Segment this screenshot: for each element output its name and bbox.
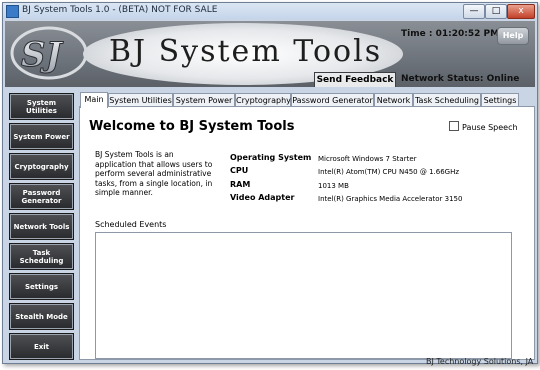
- sidebar-item-cryptography[interactable]: Cryptography: [10, 154, 73, 179]
- minimize-button[interactable]: —: [463, 4, 485, 19]
- help-button[interactable]: Help: [497, 27, 529, 45]
- sidebar-item-settings[interactable]: Settings: [10, 274, 73, 299]
- tab-settings[interactable]: Settings: [481, 93, 519, 107]
- pause-speech-label: Pause Speech: [462, 123, 518, 132]
- video-adapter-value: Intel(R) Graphics Media Accelerator 3150: [318, 195, 463, 203]
- close-button[interactable]: x: [507, 4, 535, 19]
- pause-speech-checkbox[interactable]: Pause Speech: [449, 121, 518, 132]
- sidebar-item-stealth-mode[interactable]: Stealth Mode: [10, 304, 73, 329]
- tab-system-utilities[interactable]: System Utilities: [108, 93, 173, 107]
- cpu-label: CPU: [230, 166, 249, 175]
- sidebar-item-exit[interactable]: Exit: [10, 334, 73, 359]
- welcome-heading: Welcome to BJ System Tools: [89, 119, 295, 134]
- app-logo-title: BJ System Tools: [109, 34, 383, 69]
- os-label: Operating System: [230, 153, 312, 162]
- sidebar-item-network-tools[interactable]: Network Tools: [10, 214, 73, 239]
- sidebar-item-task-scheduling[interactable]: Task Scheduling: [10, 244, 73, 269]
- logo-icon: SJ: [10, 26, 88, 80]
- sidebar-item-system-utilities[interactable]: System Utilities: [10, 94, 73, 119]
- cpu-value: Intel(R) Atom(TM) CPU N450 @ 1.66GHz: [318, 168, 460, 176]
- sidebar: System Utilities System Power Cryptograp…: [5, 89, 75, 361]
- svg-text:SJ: SJ: [21, 35, 64, 75]
- tab-main[interactable]: Main: [80, 92, 108, 108]
- scheduled-events-label: Scheduled Events: [95, 220, 167, 229]
- header-banner: SJ BJ System Tools Time : 01:20:52 PM He…: [5, 21, 535, 87]
- video-adapter-label: Video Adapter: [230, 193, 295, 202]
- tab-network[interactable]: Network: [374, 93, 413, 107]
- app-icon: [6, 5, 19, 18]
- tab-password-generator[interactable]: Password Generator: [291, 93, 374, 107]
- tab-cryptography[interactable]: Cryptography: [235, 93, 291, 107]
- app-window: BJ System Tools 1.0 - (BETA) NOT FOR SAL…: [2, 2, 538, 364]
- checkbox-icon[interactable]: [449, 121, 459, 131]
- send-feedback-button[interactable]: Send Feedback: [314, 72, 396, 87]
- main-panel: Welcome to BJ System Tools Pause Speech …: [79, 106, 535, 360]
- main-content: Main System Utilities System Power Crypt…: [79, 92, 535, 360]
- clock-display: Time : 01:20:52 PM: [401, 29, 500, 39]
- ram-value: 1013 MB: [318, 182, 349, 190]
- window-title: BJ System Tools 1.0 - (BETA) NOT FOR SAL…: [22, 5, 218, 15]
- os-value: Microsoft Windows 7 Starter: [318, 155, 417, 163]
- title-bar[interactable]: BJ System Tools 1.0 - (BETA) NOT FOR SAL…: [3, 3, 537, 19]
- scheduled-events-list[interactable]: [95, 232, 512, 359]
- app-description: BJ System Tools is an application that a…: [95, 150, 213, 197]
- network-status: Network Status: Online: [401, 74, 520, 84]
- tab-bar: Main System Utilities System Power Crypt…: [79, 92, 535, 108]
- ram-label: RAM: [230, 180, 251, 189]
- footer-credit: BJ Technology Solutions, JA: [426, 357, 534, 366]
- sidebar-item-password-generator[interactable]: Password Generator: [10, 184, 73, 209]
- tab-system-power[interactable]: System Power: [173, 93, 235, 107]
- sidebar-item-system-power[interactable]: System Power: [10, 124, 73, 149]
- maximize-button[interactable]: □: [485, 4, 507, 19]
- tab-task-scheduling[interactable]: Task Scheduling: [413, 93, 481, 107]
